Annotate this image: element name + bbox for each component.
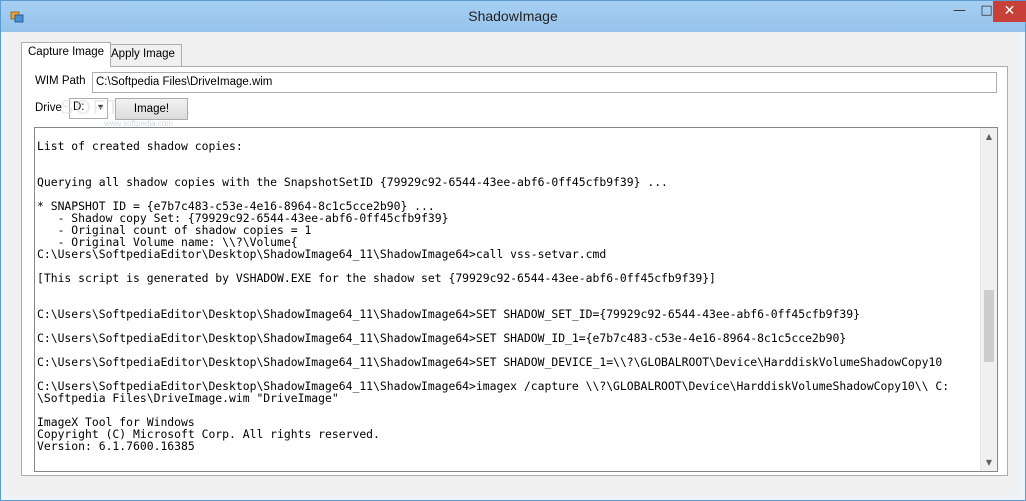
output-text: List of created shadow copies: Querying … (37, 139, 950, 453)
image-button[interactable]: Image! (115, 98, 188, 120)
output-textbox[interactable]: List of created shadow copies: Querying … (34, 127, 998, 472)
drive-label: Drive (35, 102, 62, 114)
close-button[interactable]: ✕ (993, 1, 1026, 22)
vertical-scrollbar[interactable]: ▲ ▼ (980, 128, 997, 471)
capture-image-panel: WIM Path C:\Softpedia Files\DriveImage.w… (21, 66, 1008, 476)
app-window: ShadowImage — □ ✕ Capture Image Apply Im… (0, 0, 1026, 501)
client-area: Capture Image Apply Image WIM Path C:\So… (8, 32, 1019, 495)
wim-path-label: WIM Path (35, 75, 86, 87)
scroll-up-icon[interactable]: ▲ (981, 128, 997, 145)
minimize-button[interactable]: — (946, 1, 973, 22)
scroll-down-icon[interactable]: ▼ (981, 454, 997, 471)
title-bar[interactable]: ShadowImage — □ ✕ (1, 1, 1026, 32)
wim-path-input[interactable]: C:\Softpedia Files\DriveImage.wim (92, 72, 997, 93)
window-title: ShadowImage (468, 8, 558, 24)
tab-capture-image[interactable]: Capture Image (21, 42, 112, 67)
scroll-thumb[interactable] (984, 290, 994, 362)
tab-apply-image[interactable]: Apply Image (104, 44, 182, 67)
